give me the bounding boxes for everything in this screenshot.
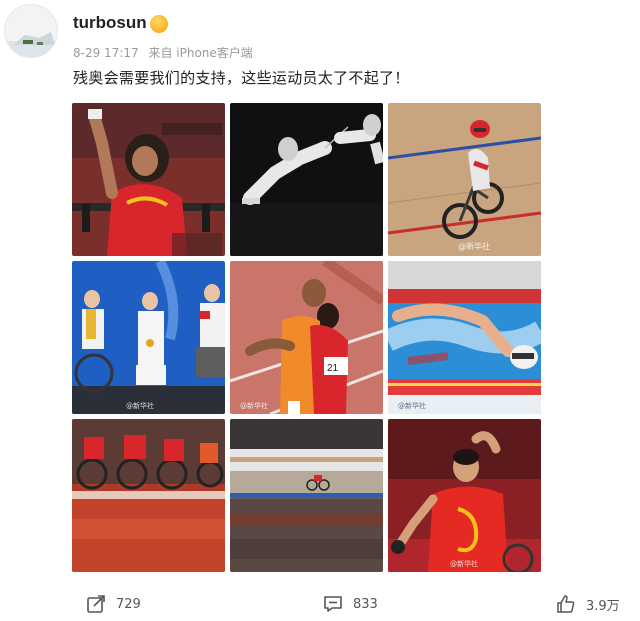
comment-icon <box>324 596 342 612</box>
action-bar: 729 833 3.9万 <box>0 588 640 621</box>
weibo-post: turbosun 8-29 17:17 来自 iPhone客户端 残奥会需要我们… <box>0 0 640 621</box>
svg-text:@新华社: @新华社 <box>398 401 426 410</box>
image-grid: @新华社 @新华社 21 @新华社 @新华社 @新华社 <box>72 103 542 573</box>
comment-button[interactable]: 833 <box>323 594 378 614</box>
like-count: 3.9万 <box>586 598 620 614</box>
like-button[interactable]: 3.9万 <box>556 594 620 614</box>
image-medal-ceremony[interactable]: @新华社 <box>72 261 225 414</box>
avatar[interactable] <box>4 4 58 58</box>
svg-text:@新华社: @新华社 <box>240 401 268 410</box>
username[interactable]: turbosun <box>73 13 147 33</box>
emoji-badge-icon <box>150 15 168 33</box>
image-runner-and-guide[interactable]: 21 @新华社 <box>230 261 383 414</box>
share-icon <box>87 595 105 613</box>
svg-text:@新华社: @新华社 <box>458 241 490 251</box>
image-wheelchair-basketball[interactable] <box>72 419 225 572</box>
post-meta: 8-29 17:17 来自 iPhone客户端 <box>73 44 259 61</box>
image-swimmer[interactable]: @新华社 <box>388 261 541 414</box>
image-track-cycling[interactable]: @新华社 <box>388 103 541 256</box>
svg-text:@新华社: @新华社 <box>126 401 154 410</box>
image-fencing[interactable] <box>230 103 383 256</box>
post-timestamp[interactable]: 8-29 17:17 <box>73 46 139 60</box>
svg-text:21: 21 <box>327 363 339 374</box>
post-source: 来自 iPhone客户端 <box>148 46 253 60</box>
avatar-image <box>5 5 57 57</box>
svg-text:@新华社: @新华社 <box>450 559 478 568</box>
post-text: 残奥会需要我们的支持，这些运动员太了不起了！ <box>73 69 410 87</box>
share-count: 729 <box>116 596 141 612</box>
image-cycling-blur[interactable] <box>230 419 383 572</box>
thumbs-up-icon <box>557 595 575 613</box>
image-table-tennis[interactable]: @新华社 <box>388 419 541 572</box>
share-button[interactable]: 729 <box>86 594 141 614</box>
comment-count: 833 <box>353 596 378 612</box>
image-weightlifter[interactable] <box>72 103 225 256</box>
